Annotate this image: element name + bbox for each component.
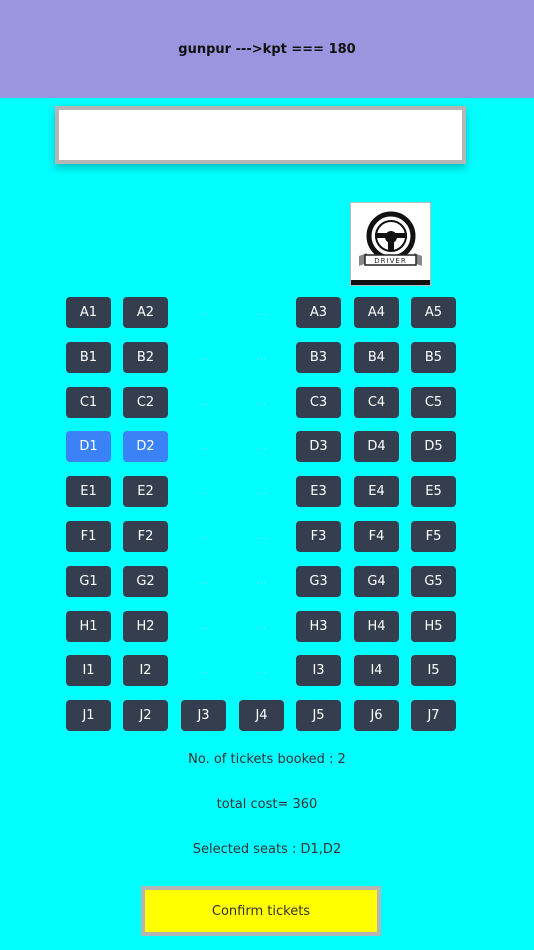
seat-b5[interactable]: B5	[411, 342, 456, 373]
seat-f2[interactable]: F2	[123, 521, 168, 552]
seat-a2[interactable]: A2	[123, 297, 168, 328]
total-cost-text: total cost= 360	[216, 797, 318, 812]
driver-label: DRIVER	[374, 257, 406, 265]
seat-e3[interactable]: E3	[296, 476, 341, 507]
selected-seats-text: Selected seats : D1,D2	[192, 842, 342, 857]
seat-c4[interactable]: C4	[354, 387, 399, 418]
aisle-gap: ...	[256, 307, 267, 318]
aisle-gap: ...	[198, 621, 209, 632]
seat-b1[interactable]: B1	[66, 342, 111, 373]
seat-d1[interactable]: D1	[66, 431, 111, 462]
seat-j7[interactable]: J7	[411, 700, 456, 731]
seat-h3[interactable]: H3	[296, 611, 341, 642]
seat-j5[interactable]: J5	[296, 700, 341, 731]
seat-f3[interactable]: F3	[296, 521, 341, 552]
seat-a5[interactable]: A5	[411, 297, 456, 328]
seat-h1[interactable]: H1	[66, 611, 111, 642]
aisle-gap: ...	[256, 665, 267, 676]
seat-b4[interactable]: B4	[354, 342, 399, 373]
seat-e2[interactable]: E2	[123, 476, 168, 507]
seat-j6[interactable]: J6	[354, 700, 399, 731]
seat-a3[interactable]: A3	[296, 297, 341, 328]
aisle-gap: ...	[198, 307, 209, 318]
seat-g2[interactable]: G2	[123, 566, 168, 597]
seat-g1[interactable]: G1	[66, 566, 111, 597]
seat-g3[interactable]: G3	[296, 566, 341, 597]
aisle-gap: ...	[256, 531, 267, 542]
aisle-gap: ...	[256, 486, 267, 497]
aisle-gap: ...	[198, 531, 209, 542]
tickets-booked-text: No. of tickets booked : 2	[188, 752, 346, 767]
seat-c2[interactable]: C2	[123, 387, 168, 418]
seat-d4[interactable]: D4	[354, 431, 399, 462]
page-header: gunpur --->kpt === 180	[0, 0, 534, 98]
driver-image: DRIVER	[350, 202, 431, 286]
seat-f5[interactable]: F5	[411, 521, 456, 552]
text-input-wrapper	[55, 106, 466, 164]
seat-a4[interactable]: A4	[354, 297, 399, 328]
seat-j2[interactable]: J2	[123, 700, 168, 731]
seat-c1[interactable]: C1	[66, 387, 111, 418]
text-input[interactable]	[59, 110, 462, 160]
seat-d2[interactable]: D2	[123, 431, 168, 462]
aisle-gap: ...	[256, 441, 267, 452]
seat-i4[interactable]: I4	[354, 655, 399, 686]
seat-i5[interactable]: I5	[411, 655, 456, 686]
seat-a1[interactable]: A1	[66, 297, 111, 328]
seat-h4[interactable]: H4	[354, 611, 399, 642]
aisle-gap: ...	[256, 397, 267, 408]
aisle-gap: ...	[198, 665, 209, 676]
seat-b3[interactable]: B3	[296, 342, 341, 373]
seat-c5[interactable]: C5	[411, 387, 456, 418]
seat-f4[interactable]: F4	[354, 521, 399, 552]
seat-i1[interactable]: I1	[66, 655, 111, 686]
seat-e1[interactable]: E1	[66, 476, 111, 507]
aisle-gap: ...	[256, 576, 267, 587]
seat-c3[interactable]: C3	[296, 387, 341, 418]
aisle-gap: ...	[198, 486, 209, 497]
seat-j3[interactable]: J3	[181, 700, 226, 731]
aisle-gap: ...	[256, 621, 267, 632]
seat-j1[interactable]: J1	[66, 700, 111, 731]
seat-h5[interactable]: H5	[411, 611, 456, 642]
seat-b2[interactable]: B2	[123, 342, 168, 373]
seat-d3[interactable]: D3	[296, 431, 341, 462]
seat-g5[interactable]: G5	[411, 566, 456, 597]
seat-e4[interactable]: E4	[354, 476, 399, 507]
seat-f1[interactable]: F1	[66, 521, 111, 552]
aisle-gap: ...	[198, 576, 209, 587]
seat-h2[interactable]: H2	[123, 611, 168, 642]
seat-g4[interactable]: G4	[354, 566, 399, 597]
aisle-gap: ...	[256, 352, 267, 363]
seat-d5[interactable]: D5	[411, 431, 456, 462]
aisle-gap: ...	[198, 441, 209, 452]
route-title: gunpur --->kpt === 180	[178, 41, 356, 57]
aisle-gap: ...	[198, 397, 209, 408]
seat-j4[interactable]: J4	[239, 700, 284, 731]
confirm-tickets-button[interactable]: Confirm tickets	[141, 886, 381, 936]
seat-e5[interactable]: E5	[411, 476, 456, 507]
seat-i3[interactable]: I3	[296, 655, 341, 686]
seat-i2[interactable]: I2	[123, 655, 168, 686]
aisle-gap: ...	[198, 352, 209, 363]
